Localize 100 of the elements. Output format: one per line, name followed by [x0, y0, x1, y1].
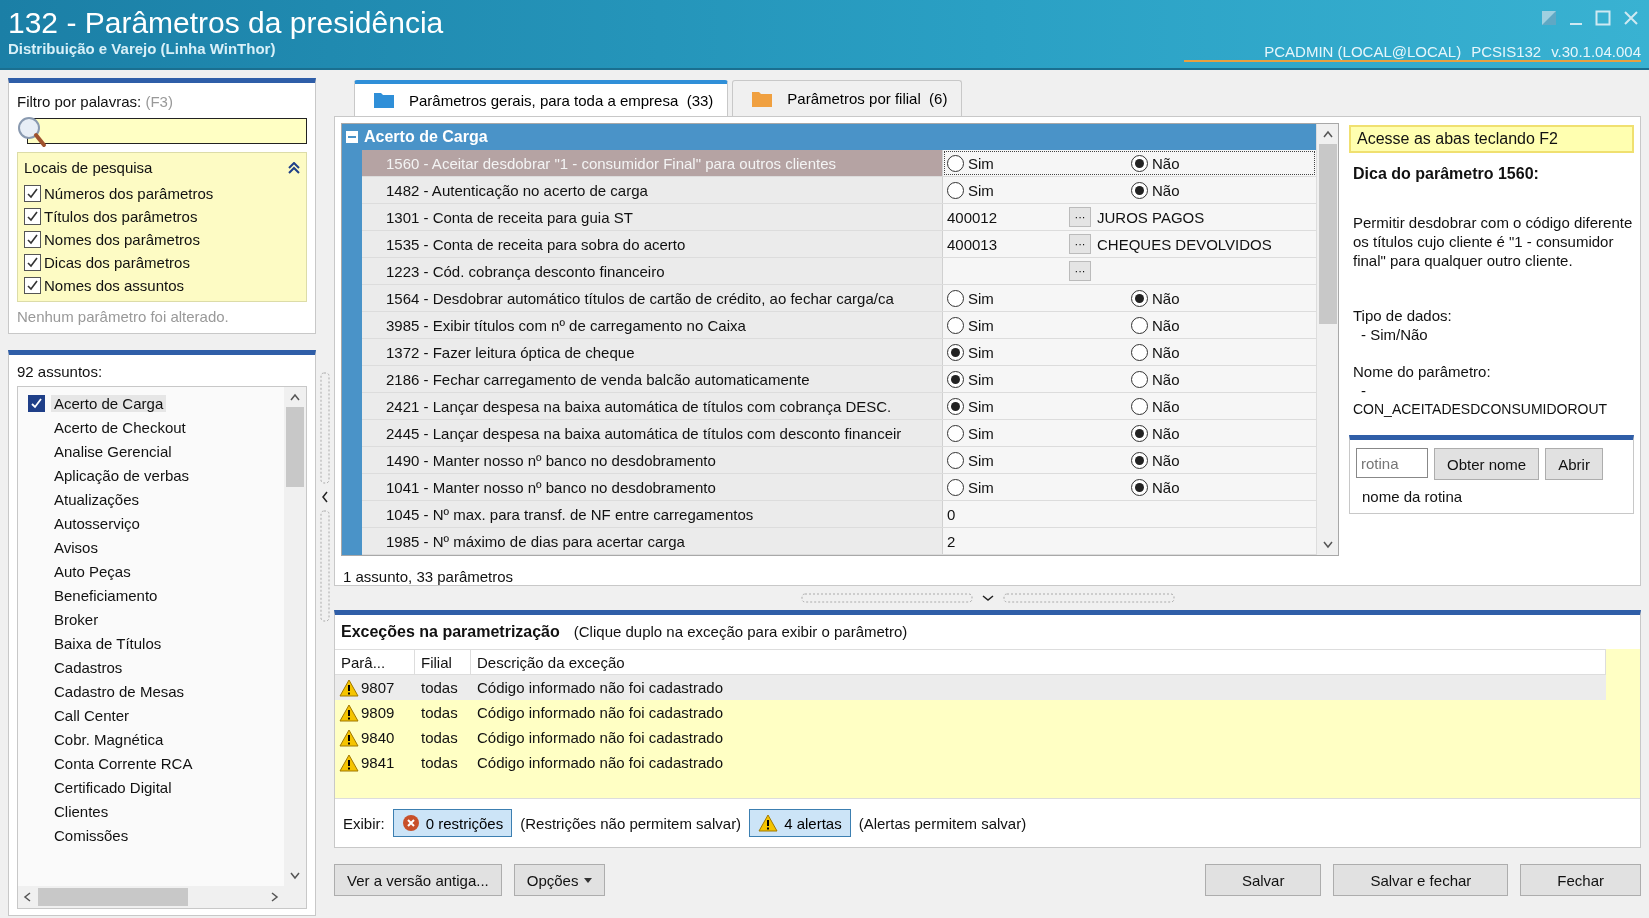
checkbox[interactable] [24, 185, 41, 202]
subject-item[interactable]: Certificado Digital [54, 778, 172, 796]
subject-item[interactable]: Avisos [54, 538, 98, 556]
parameter-label[interactable]: 1041 - Manter nosso nº banco no desdobramento [362, 474, 943, 500]
footer-button[interactable]: Fechar [1520, 864, 1641, 896]
collapse-icon[interactable] [288, 161, 300, 174]
parameter-label[interactable]: 3985 - Exibir títulos com nº de carregamento no Caixa [362, 312, 943, 338]
checkbox[interactable] [24, 277, 41, 294]
routine-button[interactable]: Obter nome [1434, 448, 1540, 480]
lookup-button[interactable]: ··· [1069, 207, 1091, 227]
checkbox[interactable] [24, 231, 41, 248]
radio-button[interactable]: Sim [947, 316, 1131, 334]
radio-button[interactable]: Não [1131, 424, 1315, 442]
lookup-button[interactable]: ··· [1069, 234, 1091, 254]
checkbox-label: Números dos parâmetros [44, 185, 214, 202]
filter-field[interactable] [27, 118, 307, 144]
radio-button[interactable]: Sim [947, 289, 1131, 307]
radio-button[interactable]: Não [1131, 343, 1315, 361]
scrollbar[interactable] [1316, 124, 1338, 555]
footer-button[interactable]: Salvar [1204, 864, 1322, 896]
checkbox[interactable] [28, 394, 45, 412]
name-dash: - [1360, 381, 1367, 400]
column-header[interactable]: Descrição da exceção [471, 650, 1606, 674]
subject-item[interactable]: Aplicação de verbas [54, 466, 190, 484]
subject-item[interactable]: Cobr. Magnética [54, 730, 164, 748]
radio-button[interactable]: Não [1131, 370, 1315, 388]
scroll-thumb[interactable] [286, 407, 304, 487]
scroll-thumb[interactable] [38, 888, 188, 906]
radio-button[interactable]: Não [1131, 154, 1315, 172]
column-header[interactable]: Filial [415, 650, 471, 674]
parameter-label[interactable]: 1223 - Cód. cobrança desconto financeiro [362, 258, 943, 284]
radio-button[interactable]: Sim [947, 451, 1131, 469]
shortcut-hint: (F3) [145, 93, 173, 110]
radio-button[interactable]: Não [1131, 451, 1315, 469]
parameter-label[interactable]: 1482 - Autenticação no acerto de carga [362, 177, 943, 203]
subject-item[interactable]: Clientes [54, 802, 109, 820]
routine-field[interactable]: rotina [1356, 448, 1428, 478]
footer-button[interactable]: Ver a versão antiga... [334, 864, 502, 896]
subject-item[interactable]: Autosserviço [54, 514, 140, 532]
parameter-label[interactable]: 2421 - Lançar despesa na baixa automática de títulos com cobrança DESC. [362, 393, 943, 419]
subject-item[interactable]: Baixa de Títulos [54, 634, 162, 652]
checkbox[interactable] [24, 254, 41, 271]
footer-button[interactable]: Salvar e fechar [1333, 864, 1509, 896]
subject-item[interactable]: Acerto de Checkout [54, 418, 186, 436]
radio-button[interactable]: Não [1131, 316, 1315, 334]
subject-item[interactable]: Analise Gerencial [54, 442, 172, 460]
radio-button[interactable]: Sim [947, 370, 1131, 388]
filter-toggle[interactable]: 0 restrições [392, 809, 513, 837]
radio-button[interactable]: Sim [947, 343, 1131, 361]
checkbox[interactable] [24, 208, 41, 225]
splitter-handle[interactable] [320, 372, 330, 622]
parameter-label[interactable]: 1372 - Fazer leitura óptica de cheque [362, 339, 943, 365]
radio-button[interactable]: Sim [947, 397, 1131, 415]
parameter-label[interactable]: 1985 - Nº máximo de dias para acertar carga [362, 528, 943, 554]
routine-label: PCSIS132 [1471, 43, 1542, 60]
subject-item[interactable]: Cadastros [54, 658, 123, 676]
scroll-thumb[interactable] [1318, 144, 1337, 324]
lookup-button[interactable]: ··· [1069, 261, 1091, 281]
routine-button[interactable]: Abrir [1545, 448, 1603, 480]
parameter-label[interactable]: 1535 - Conta de receita para sobra do acerto [362, 231, 943, 257]
parameter-label[interactable]: 1045 - Nº max. para transf. de NF entre carregamentos [362, 501, 943, 527]
parameter-label[interactable]: 2445 - Lançar despesa na baixa automática de títulos com desconto financeir [362, 420, 943, 446]
radio-button[interactable]: Não [1131, 478, 1315, 496]
filter-toggle[interactable]: 4 alertas [749, 809, 851, 837]
version-label: v.30.1.04.004 [1551, 43, 1641, 60]
scrollbar[interactable] [284, 387, 306, 886]
radio-button[interactable]: Sim [947, 154, 1131, 172]
radio-button[interactable]: Não [1131, 181, 1315, 199]
parameter-label[interactable]: 1564 - Desdobrar automático títulos de cartão de crédito, ao fechar carga/ca [362, 285, 943, 311]
exceptions-title: Exceções na parametrização [341, 623, 560, 641]
subject-item[interactable]: Acerto de Carga [51, 394, 167, 412]
grid-status: 1 assunto, 33 parâmetros [342, 567, 515, 585]
footer-button[interactable]: Opções [513, 864, 606, 896]
subject-item[interactable]: Broker [54, 610, 99, 628]
subject-item[interactable]: Cadastro de Mesas [54, 682, 185, 700]
toggle-note: (Restrições não permitem salvar) [520, 814, 742, 832]
subject-item[interactable]: Conta Corrente RCA [54, 754, 193, 772]
subject-item[interactable]: Comissões [54, 826, 129, 844]
subject-item[interactable]: Call Center [54, 706, 130, 724]
radio-button[interactable]: Não [1131, 289, 1315, 307]
subject-item[interactable]: Beneficiamento [54, 586, 158, 604]
subject-item[interactable]: Auto Peças [54, 562, 131, 580]
radio-button[interactable]: Sim [947, 478, 1131, 496]
exceptions-note: (Clique duplo na exceção para exibir o parâmetro) [573, 623, 908, 640]
splitter-handle[interactable] [800, 593, 1175, 603]
table-cell-text: Código informado não foi cadastrado [476, 729, 724, 746]
type-label: Tipo de dados: [1353, 306, 1453, 325]
horizontal-scrollbar[interactable] [18, 886, 306, 908]
column-header[interactable]: Parâ... [335, 650, 415, 674]
subject-item[interactable]: Atualizações [54, 490, 140, 508]
radio-button[interactable]: Não [1131, 397, 1315, 415]
parameter-label[interactable]: 1301 - Conta de receita para guia ST [362, 204, 943, 230]
parameter-label[interactable]: 1490 - Manter nosso nº banco no desdobramento [362, 447, 943, 473]
radio-button[interactable]: Sim [947, 424, 1131, 442]
tab[interactable]: Parâmetros por filial (6) [732, 80, 963, 116]
radio-button[interactable]: Sim [947, 181, 1131, 199]
routine-name: nome da rotina [1361, 488, 1464, 505]
tab[interactable]: Parâmetros gerais, para toda a empresa (33) [354, 80, 729, 116]
warning-icon [758, 814, 779, 832]
parameter-label[interactable]: 2186 - Fechar carregamento de venda balcão automaticamente [362, 366, 943, 392]
